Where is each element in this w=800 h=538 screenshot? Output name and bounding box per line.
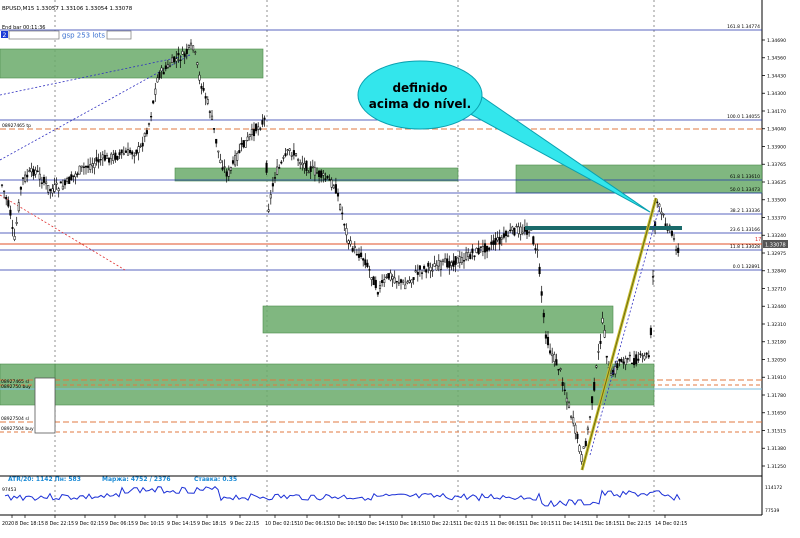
fib-label-0: 161.8 1.34774 [727, 24, 760, 30]
time-label-9: 10 Dec 02:15 [265, 521, 297, 527]
zone-2 [515, 164, 763, 194]
lot-input-a[interactable] [8, 30, 60, 40]
fib-label-2: 61.8 1.33610 [730, 174, 760, 180]
zone-1 [174, 167, 459, 182]
stats-margin: Маржа: 4752 / 2376 [102, 476, 171, 483]
end-bar-timer: End bar 00:11:36 [2, 25, 45, 31]
fib-label-1: 100.0 1.34055 [727, 114, 760, 120]
time-label-17: 11 Dec 10:15 [522, 521, 554, 527]
price-tick-2: 1.34430 [767, 73, 786, 79]
zone-0 [0, 48, 264, 79]
stats-rate: Ставка: 0.35 [194, 476, 237, 483]
price-tick-21: 1.31650 [767, 411, 786, 417]
price-tick-24: 1.31250 [767, 464, 786, 470]
resistance-level-bar[interactable] [525, 226, 682, 230]
time-label-2: 8 Dec 22:15 [45, 521, 74, 527]
price-tick-16: 1.32310 [767, 322, 786, 328]
price-tick-5: 1.34040 [767, 127, 786, 133]
time-label-0: 2020 [2, 521, 14, 527]
time-label-4: 9 Dec 06:15 [105, 521, 134, 527]
price-tick-12: 1.32975 [767, 251, 786, 257]
price-tick-6: 1.33900 [767, 144, 786, 150]
fib-label-4: 38.2 1.33336 [730, 208, 760, 214]
time-label-7: 9 Dec 18:15 [197, 521, 226, 527]
trading-chart[interactable]: definido acima do nível. BPUSD,M15 1.330… [0, 0, 800, 534]
time-label-6: 9 Dec 14:15 [167, 521, 196, 527]
time-label-12: 10 Dec 14:15 [360, 521, 392, 527]
zone-3 [262, 305, 614, 334]
price-tick-1: 1.34560 [767, 56, 786, 62]
annotation-line-1: definido [392, 81, 447, 95]
indicator-panel[interactable]: 97453 114172 77539 [2, 485, 782, 514]
time-label-3: 9 Dec 02:15 [75, 521, 104, 527]
price-tick-19: 1.31910 [767, 375, 786, 381]
symbol-info: BPUSD,M15 1.33057 1.33106 1.33054 1.3307… [2, 6, 133, 12]
price-tick-10: 1.33370 [767, 215, 786, 221]
indicator-bottom-right: 77539 [765, 508, 779, 514]
time-label-21: 14 Dec 02:15 [655, 521, 687, 527]
price-tick-20: 1.31780 [767, 393, 786, 399]
current-price-label: 1.33078 [765, 243, 786, 249]
price-axis-panel [762, 0, 800, 534]
indicator-top-left: 97453 [2, 487, 16, 493]
price-tick-18: 1.32050 [767, 357, 786, 363]
price-tick-4: 1.34170 [767, 109, 786, 115]
zone-4 [54, 363, 655, 406]
annotation-line-2: acima do nível. [369, 97, 471, 111]
price-tick-3: 1.34300 [767, 91, 786, 97]
time-label-20: 11 Dec 22:15 [619, 521, 651, 527]
price-tick-7: 1.33765 [767, 162, 786, 168]
order-label-c: 08927504 sl [1, 416, 29, 422]
price-tick-0: 1.34690 [767, 38, 786, 44]
fib-label-3: 50.0 1.33473 [730, 187, 760, 193]
time-label-19: 11 Dec 18:15 [587, 521, 619, 527]
price-tick-15: 1.32440 [767, 304, 786, 310]
lot-badge-label: 2 [3, 32, 7, 39]
time-label-5: 9 Dec 10:15 [135, 521, 164, 527]
fib-label-5: 23.6 1.33166 [730, 227, 760, 233]
time-label-14: 10 Dec 22:15 [424, 521, 456, 527]
order-label-b: 0892750 buy [1, 384, 31, 390]
time-label-18: 11 Dec 14:15 [555, 521, 587, 527]
fib-label-6: 11.8 1.33028 [730, 244, 760, 250]
time-label-10: 10 Dec 06:15 [297, 521, 329, 527]
time-axis: 2020 8 Dec 18:15 8 Dec 22:15 9 Dec 02:15 9 D… [2, 515, 687, 527]
fib-marker: 17 [755, 237, 761, 243]
order-panel[interactable] [34, 377, 56, 434]
lot-text: gsp 253 lots [62, 32, 105, 40]
price-tick-17: 1.32180 [767, 340, 786, 346]
time-label-1: 8 Dec 18:15 [15, 521, 44, 527]
indicator-top-right: 114172 [765, 485, 782, 491]
time-label-15: 11 Dec 02:15 [456, 521, 488, 527]
price-tick-13: 1.32840 [767, 269, 786, 275]
price-tick-11: 1.33240 [767, 233, 786, 239]
time-label-11: 10 Dec 10:15 [329, 521, 361, 527]
order-label-d: 08927504 buy [1, 426, 34, 432]
stats-atr: ATR/20: 1142 Пн: 583 [8, 476, 81, 483]
order-label-tp: 08927465 tp [2, 123, 31, 129]
time-label-13: 10 Dec 18:15 [392, 521, 424, 527]
price-tick-22: 1.31515 [767, 428, 786, 434]
lot-input-b[interactable] [106, 30, 132, 40]
indicator-line [4, 486, 681, 508]
price-tick-14: 1.32710 [767, 286, 786, 292]
time-label-16: 11 Dec 06:15 [490, 521, 522, 527]
price-tick-9: 1.33500 [767, 198, 786, 204]
fib-label-7: 0.0 1.32891 [733, 264, 760, 270]
price-tick-8: 1.33635 [767, 180, 786, 186]
price-tick-23: 1.31380 [767, 446, 786, 452]
time-label-8: 9 Dec 22:15 [230, 521, 259, 527]
